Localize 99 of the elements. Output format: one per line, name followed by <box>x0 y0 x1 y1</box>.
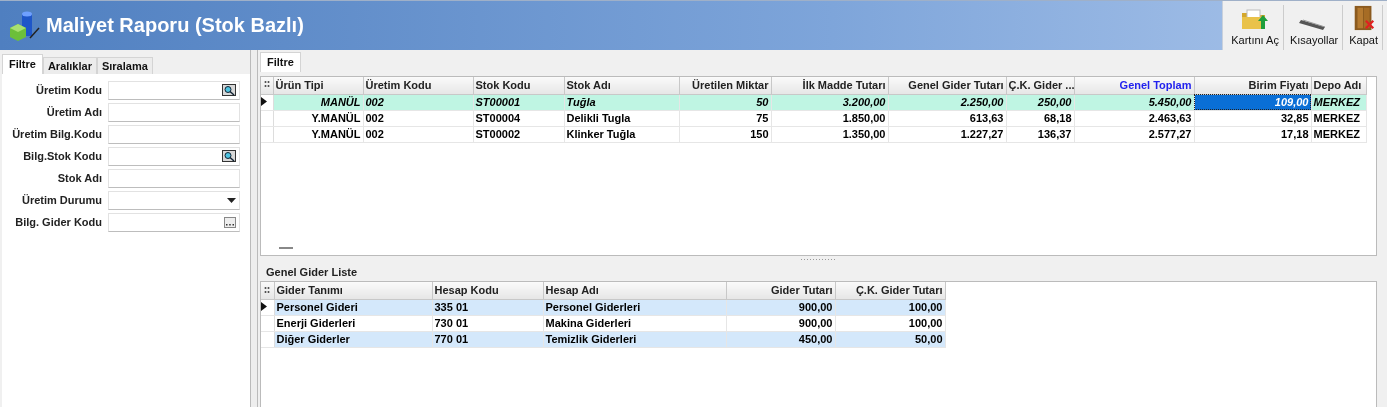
column-header[interactable]: Hesap Kodu <box>432 282 543 299</box>
toolbar-button[interactable]: Kısayollar <box>1285 5 1344 50</box>
table-cell: Klinker Tuğla <box>564 126 679 142</box>
column-header[interactable]: Gider Tanımı <box>274 282 432 299</box>
column-header[interactable]: Ç.K. Gider ... <box>1006 77 1074 94</box>
tab[interactable]: Sıralama <box>96 57 153 74</box>
table-cell: Y.MANÜL <box>273 110 363 126</box>
table-cell: ST00004 <box>473 110 564 126</box>
table-cell: 17,18 <box>1194 126 1311 142</box>
input-field[interactable] <box>108 212 240 232</box>
table-cell: 1.850,00 <box>771 110 888 126</box>
table-cell: Diğer Giderler <box>274 331 432 347</box>
table-cell: ST00002 <box>473 126 564 142</box>
input-field[interactable] <box>108 190 240 210</box>
tab[interactable]: Aralıklar <box>42 57 97 74</box>
column-header[interactable]: Stok Kodu <box>473 77 564 94</box>
lookup-icon[interactable] <box>222 150 236 162</box>
table-cell: 900,00 <box>726 315 835 331</box>
table-cell: 50,00 <box>835 331 945 347</box>
field-label: Bilg. Gider Kodu <box>14 216 102 228</box>
table-cell: Personel Giderleri <box>543 299 726 315</box>
report-logo-icon <box>8 9 40 42</box>
table-cell: 109,00 <box>1194 94 1311 110</box>
table-cell: 335 01 <box>432 299 543 315</box>
input-field[interactable] <box>108 146 240 166</box>
column-header[interactable]: Stok Adı <box>564 77 679 94</box>
column-header[interactable]: Ürün Tipi <box>273 77 363 94</box>
table-cell: 100,00 <box>835 299 945 315</box>
table-cell: Temizlik Giderleri <box>543 331 726 347</box>
column-header[interactable]: Genel Gider Tutarı <box>888 77 1006 94</box>
splitter[interactable] <box>250 50 258 407</box>
field-label: Üretim Kodu <box>35 84 102 96</box>
table-cell: 2.463,63 <box>1074 110 1194 126</box>
table-cell: MANÜL <box>273 94 363 110</box>
column-header[interactable]: Üretilen Miktar <box>679 77 771 94</box>
table-cell: 1.227,27 <box>888 126 1006 142</box>
lookup-icon[interactable] <box>222 84 236 96</box>
field-label: Üretim Bilg.Kodu <box>11 128 102 140</box>
field-label: Stok Adı <box>56 172 102 184</box>
column-header[interactable]: Hesap Adı <box>543 282 726 299</box>
row-pointer-icon <box>261 302 267 311</box>
column-header[interactable]: Depo Adı <box>1311 77 1366 94</box>
tab[interactable]: Filtre <box>2 54 43 74</box>
table-cell: 3.200,00 <box>771 94 888 110</box>
table-cell: 100,00 <box>835 315 945 331</box>
table-cell: Delikli Tugla <box>564 110 679 126</box>
table-cell: 2.577,27 <box>1074 126 1194 142</box>
table-cell: 730 01 <box>432 315 543 331</box>
table-cell: MERKEZ <box>1311 94 1366 110</box>
table-cell: 136,37 <box>1006 126 1074 142</box>
column-header[interactable]: İlk Madde Tutarı <box>771 77 888 94</box>
table-cell: 770 01 <box>432 331 543 347</box>
tab[interactable]: Filtre <box>260 52 301 72</box>
table-cell: 900,00 <box>726 299 835 315</box>
table-cell: 68,18 <box>1006 110 1074 126</box>
column-header[interactable]: Birim Fiyatı <box>1194 77 1311 94</box>
field-label: Üretim Adı <box>45 106 102 118</box>
splitter-grip-icon[interactable] <box>800 258 837 261</box>
table-cell: 250,00 <box>1006 94 1074 110</box>
grip-icon <box>263 80 270 89</box>
table-cell: ST00001 <box>473 94 564 110</box>
table-cell: 1.350,00 <box>771 126 888 142</box>
toolbar-button[interactable]: Kartını Aç <box>1227 5 1284 50</box>
field-label: Üretim Durumu <box>20 194 102 206</box>
toolbar-button[interactable]: Kapat <box>1345 5 1383 50</box>
table-cell: 2.250,00 <box>888 94 1006 110</box>
table-cell: MERKEZ <box>1311 126 1366 142</box>
table-cell: Y.MANÜL <box>273 126 363 142</box>
table-cell: 5.450,00 <box>1074 94 1194 110</box>
input-field[interactable] <box>108 168 240 188</box>
table-cell: 450,00 <box>726 331 835 347</box>
column-header[interactable]: Genel Toplam <box>1074 77 1194 94</box>
grip-icon <box>264 286 271 295</box>
table-cell: 75 <box>679 110 771 126</box>
table-cell: 613,63 <box>888 110 1006 126</box>
table-cell: Personel Gideri <box>274 299 432 315</box>
table-cell: Makina Giderleri <box>543 315 726 331</box>
row-pointer-icon <box>261 97 267 106</box>
table-cell: 50 <box>679 94 771 110</box>
folder-icon <box>1241 7 1270 31</box>
table-cell: 002 <box>363 110 473 126</box>
table-cell: Tuğla <box>564 94 679 110</box>
column-header[interactable]: Üretim Kodu <box>363 77 473 94</box>
table-cell: 002 <box>363 126 473 142</box>
window-title: Maliyet Raporu (Stok Bazlı) <box>46 14 305 37</box>
table-cell: 150 <box>679 126 771 142</box>
field-label: Bilg.Stok Kodu <box>22 150 102 162</box>
table-cell: 002 <box>363 94 473 110</box>
input-field[interactable] <box>108 80 240 100</box>
table-cell: 32,85 <box>1194 110 1311 126</box>
column-header[interactable]: Ç.K. Gider Tutarı <box>835 282 945 299</box>
column-header[interactable]: Gider Tutarı <box>726 282 835 299</box>
input-field[interactable] <box>108 124 240 144</box>
group-title: Genel Gider Liste <box>265 265 359 280</box>
dropdown-caret-icon[interactable] <box>227 197 236 203</box>
table-cell: Enerji Giderleri <box>274 315 432 331</box>
input-field[interactable] <box>108 102 240 122</box>
table-cell: MERKEZ <box>1311 110 1366 126</box>
ellipsis-icon[interactable] <box>224 216 236 228</box>
